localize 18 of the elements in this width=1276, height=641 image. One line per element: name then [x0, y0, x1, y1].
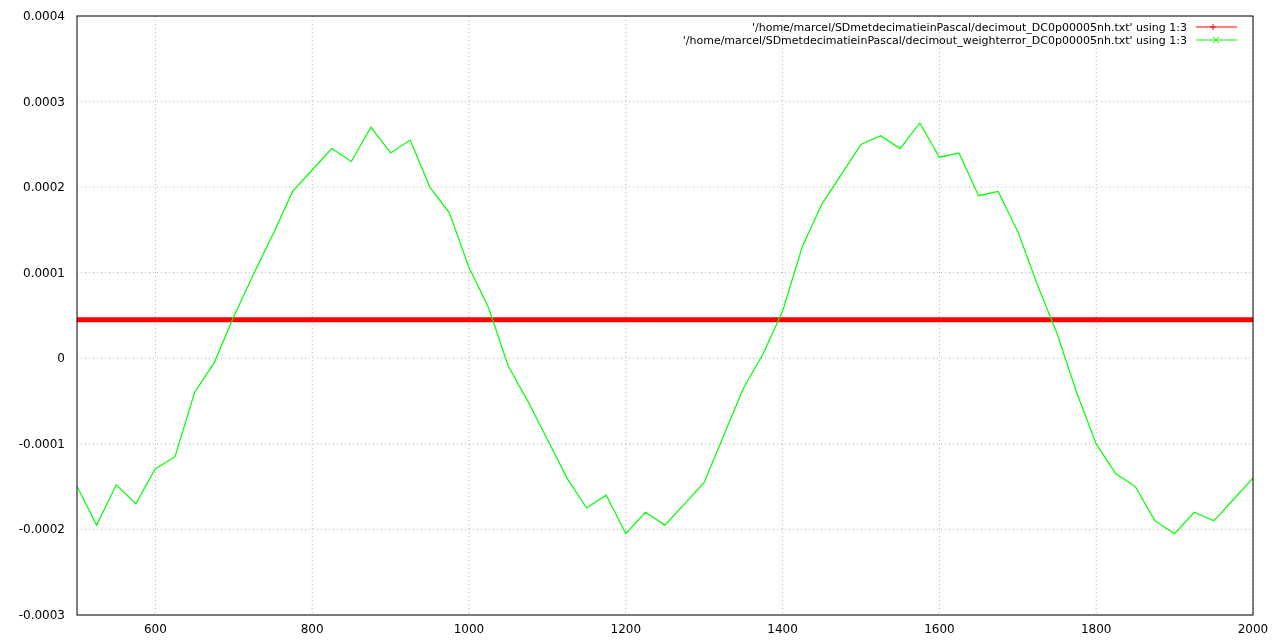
- tick-label: 0.0004: [23, 9, 65, 23]
- tick-label: 600: [143, 622, 167, 636]
- tick-label: 1800: [1080, 622, 1112, 636]
- tick-label: -0.0003: [18, 608, 65, 622]
- tick-label: 1200: [610, 622, 642, 636]
- tick-label: 0.0001: [23, 265, 65, 280]
- tick-label: -0.0001: [18, 436, 65, 451]
- tick-label: 1400: [767, 622, 798, 636]
- legend-label: '/home/marcel/SDmetdecimatieinPascal/decimout_DC0p00005nh.txt' using 1:3: [751, 21, 1187, 34]
- tick-label: 0.0003: [23, 94, 65, 109]
- legend-label: '/home/marcel/SDmetdecimatieinPascal/decimout_weighterror_DC0p00005nh.txt' using 1:3: [682, 34, 1187, 47]
- tick-label: -0.0002: [18, 522, 65, 537]
- tick-label: 1600: [924, 622, 955, 636]
- tick-label: 0: [57, 351, 65, 366]
- tick-label: 800: [300, 622, 324, 636]
- tick-label: 0.0002: [23, 180, 65, 195]
- tick-label: 2000: [1237, 622, 1269, 636]
- tick-label: 1000: [453, 622, 485, 636]
